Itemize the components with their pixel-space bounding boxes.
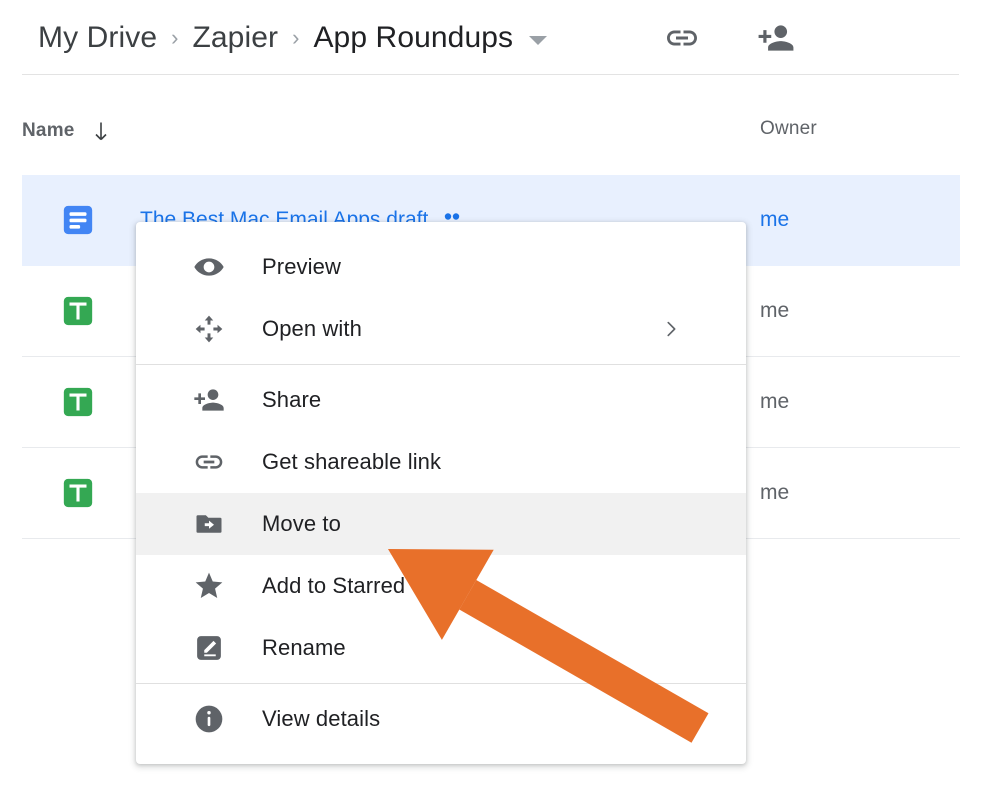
pencil-icon (192, 633, 226, 663)
menu-item-move-to[interactable]: Move to (136, 493, 746, 555)
menu-item-add-to-starred[interactable]: Add to Starred (136, 555, 746, 617)
person-add-icon[interactable] (753, 15, 799, 61)
menu-item-get-shareable-link[interactable]: Get shareable link (136, 431, 746, 493)
star-icon (192, 570, 226, 602)
person-add-icon (192, 384, 226, 416)
breadcrumb-bar: My Drive › Zapier › App Roundups (0, 0, 982, 75)
google-docs-icon (58, 203, 98, 237)
menu-item-label: Get shareable link (262, 449, 442, 474)
menu-item-label: Add to Starred (262, 573, 406, 598)
file-owner: me (760, 390, 790, 413)
column-header-name-label: Name (22, 120, 75, 141)
menu-item-share[interactable]: Share (136, 369, 746, 431)
info-icon (192, 703, 226, 735)
breadcrumb-item-my-drive[interactable]: My Drive (36, 19, 159, 57)
header-divider (22, 74, 959, 75)
column-headers: Name Owner (0, 118, 982, 152)
header-actions (659, 15, 799, 61)
google-sheets-icon (58, 476, 98, 510)
context-menu: Preview Open with Share Get shareable li… (136, 222, 746, 764)
column-header-name[interactable]: Name (22, 118, 113, 144)
menu-item-rename[interactable]: Rename (136, 617, 746, 679)
menu-item-label: Preview (262, 254, 341, 279)
open-with-icon (192, 313, 226, 345)
context-menu-group: View details (136, 684, 746, 754)
menu-item-label: Open with (262, 316, 362, 341)
context-menu-group: Preview Open with (136, 232, 746, 364)
breadcrumb-separator: › (292, 24, 300, 50)
menu-item-open-with[interactable]: Open with (136, 298, 746, 360)
breadcrumb-separator: › (171, 24, 179, 50)
move-to-folder-icon (192, 509, 226, 539)
column-header-owner[interactable]: Owner (760, 118, 817, 140)
link-icon (192, 446, 226, 478)
file-owner: me (760, 208, 790, 231)
drive-file-list-page: My Drive › Zapier › App Roundups Name Ow… (0, 0, 982, 806)
menu-item-label: Move to (262, 511, 341, 536)
menu-item-label: Share (262, 387, 322, 412)
chevron-down-icon[interactable] (529, 36, 548, 45)
google-sheets-icon (58, 294, 98, 328)
chevron-right-icon (660, 318, 682, 340)
menu-item-label: Rename (262, 635, 346, 660)
sort-down-arrow-icon (89, 118, 113, 144)
file-owner: me (760, 299, 790, 322)
eye-icon (192, 251, 226, 283)
file-owner: me (760, 481, 790, 504)
google-sheets-icon (58, 385, 98, 419)
link-icon[interactable] (659, 15, 705, 61)
breadcrumb-item-app-roundups[interactable]: App Roundups (311, 19, 515, 57)
menu-item-preview[interactable]: Preview (136, 236, 746, 298)
breadcrumb-item-zapier[interactable]: Zapier (190, 19, 280, 57)
context-menu-group: Share Get shareable link Move to Add to … (136, 365, 746, 683)
menu-item-label: View details (262, 706, 381, 731)
menu-item-view-details[interactable]: View details (136, 688, 746, 750)
